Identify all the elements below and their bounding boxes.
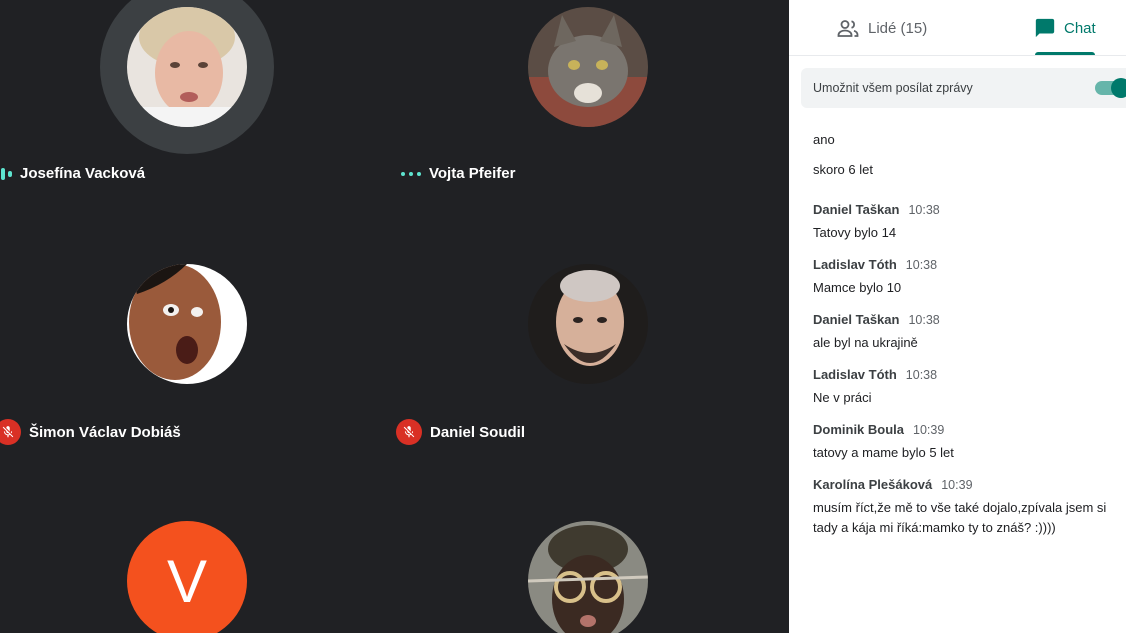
people-icon <box>836 16 860 40</box>
participant-name-row: Josefína Vacková <box>0 165 145 182</box>
participant-name: Šimon Václav Dobiáš <box>29 423 181 441</box>
message-time: 10:38 <box>905 368 938 382</box>
tab-people-label: Lidé (15) <box>868 19 928 37</box>
message-time: 10:38 <box>908 313 940 327</box>
video-grid: Josefína Vacková Vojta Pfeifer Šimon Vác… <box>0 0 789 633</box>
message-sender: Daniel Taškan <box>813 202 900 217</box>
message-sender: Ladislav Tóth <box>813 367 897 382</box>
mic-off-icon <box>0 419 21 445</box>
message-sender: Dominik Boula <box>813 422 905 437</box>
tab-chat[interactable]: Chat <box>1034 0 1096 56</box>
participant-tile[interactable]: Josefína Vacková <box>0 0 380 210</box>
chat-icon <box>1034 17 1056 39</box>
chat-message: ale byl na ukrajině <box>813 335 918 350</box>
participant-name-row: Šimon Václav Dobiáš <box>0 419 181 445</box>
chat-messages: ano skoro 6 let Daniel Taškan 10:38 Tatov… <box>813 130 1118 552</box>
mic-off-icon <box>396 419 422 445</box>
chat-message: musím říct,že mě to vše také dojalo,zpív… <box>813 500 1107 535</box>
allow-messages-setting: Umožnit všem posílat zprávy <box>801 68 1126 108</box>
side-panel: Lidé (15) Chat Umožnit všem posílat zprá… <box>789 0 1126 633</box>
participant-tile[interactable]: Šimon Václav Dobiáš <box>0 255 380 465</box>
participant-letter-avatar: V <box>127 521 247 633</box>
message-sender: Karolína Plešáková <box>813 477 933 492</box>
message-group: Daniel Taškan 10:38 ale byl na ukrajině <box>813 312 1118 353</box>
chat-message: Tatovy bylo 14 <box>813 225 897 240</box>
message-sender: Ladislav Tóth <box>813 257 897 272</box>
participant-tile[interactable]: Vojta Pfeifer <box>395 0 775 210</box>
message-group: Dominik Boula 10:39 tatovy a mame bylo 5 … <box>813 422 1118 463</box>
participant-avatar <box>127 264 247 384</box>
participant-name: Josefína Vacková <box>20 165 146 182</box>
message-group: ano skoro 6 let <box>813 130 1118 180</box>
chat-message: ano <box>813 132 835 147</box>
panel-tabs: Lidé (15) Chat <box>789 0 1126 56</box>
participant-avatar <box>127 7 247 127</box>
message-group: Karolína Plešáková 10:39 musím říct,že mě… <box>813 477 1118 538</box>
toggle-knob[interactable] <box>1111 78 1126 98</box>
participant-name-row: Vojta Pfeifer <box>401 165 515 182</box>
message-group: Daniel Taškan 10:38 Tatovy bylo 14 <box>813 202 1118 243</box>
participant-tile[interactable] <box>395 510 775 633</box>
message-group: Ladislav Tóth 10:38 Ne v práci <box>813 367 1118 408</box>
participant-avatar <box>528 521 648 633</box>
participant-tile[interactable]: Daniel Soudil <box>395 255 775 465</box>
audio-level-icon <box>0 167 12 180</box>
participant-tile[interactable]: V <box>0 510 380 633</box>
message-time: 10:38 <box>905 258 938 272</box>
tab-people[interactable]: Lidé (15) <box>836 0 927 56</box>
message-group: Ladislav Tóth 10:38 Mamce bylo 10 <box>813 257 1118 298</box>
message-sender: Daniel Taškan <box>813 312 900 327</box>
participant-name: Daniel Soudil <box>430 423 526 441</box>
audio-active-icon <box>401 171 421 176</box>
chat-message: Mamce bylo 10 <box>813 280 902 295</box>
message-time: 10:38 <box>908 203 940 217</box>
chat-message: Ne v práci <box>813 390 872 405</box>
chat-message: tatovy a mame bylo 5 let <box>813 445 954 460</box>
tab-chat-label: Chat <box>1064 19 1096 37</box>
chat-message: skoro 6 let <box>813 162 873 177</box>
participant-avatar <box>528 264 648 384</box>
participant-name-row: Daniel Soudil <box>396 419 525 445</box>
message-time: 10:39 <box>941 478 973 492</box>
participant-avatar <box>528 7 648 127</box>
participant-name: Vojta Pfeifer <box>429 165 516 182</box>
allow-messages-label: Umožnit všem posílat zprávy <box>813 81 973 95</box>
message-time: 10:39 <box>913 423 945 437</box>
active-tab-indicator <box>1035 52 1095 55</box>
